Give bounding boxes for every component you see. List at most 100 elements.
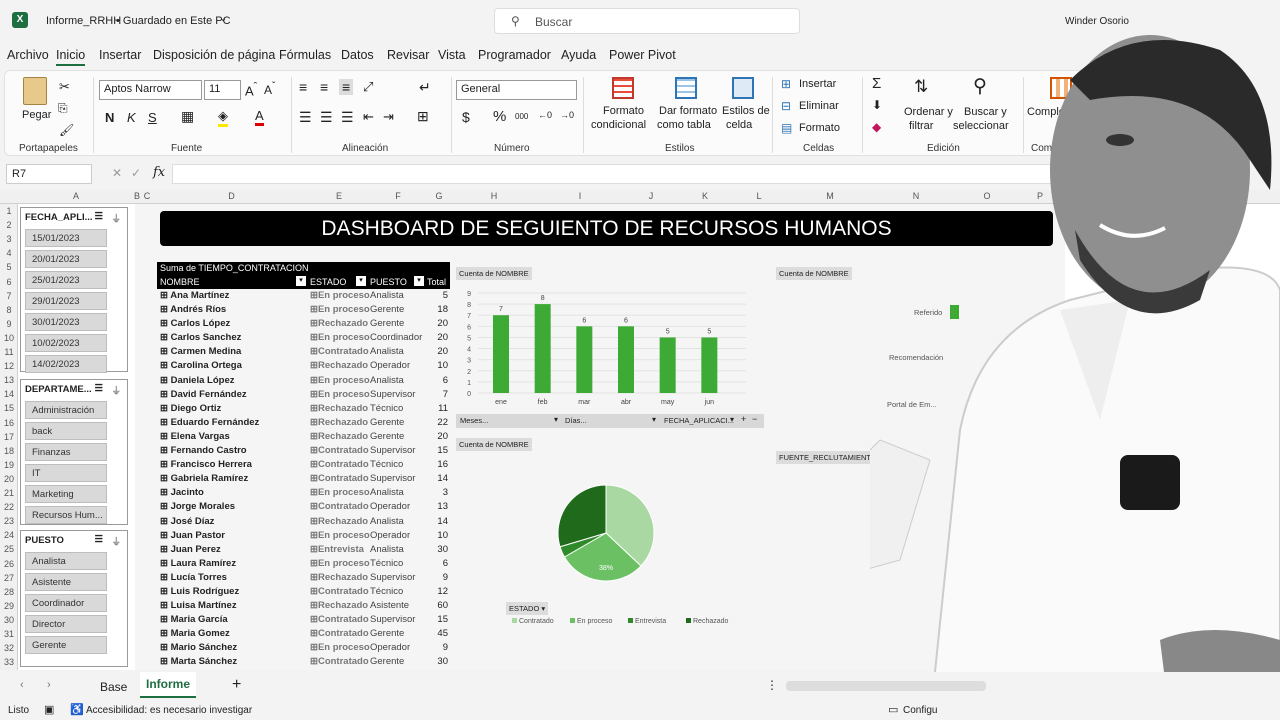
filter-meses[interactable]: Meses... <box>460 416 488 425</box>
row-header[interactable]: 29 <box>0 601 18 611</box>
tab-power-pivot[interactable]: Power Pivot <box>609 48 676 62</box>
row-header[interactable]: 3 <box>0 234 18 244</box>
tab-insertar[interactable]: Insertar <box>99 48 141 62</box>
col-a[interactable]: A <box>18 191 134 201</box>
clear-filter-icon[interactable]: ⏚ <box>111 534 121 548</box>
table-row[interactable]: ⊞ Juan Perez ⊞Entrevista Analista 30 <box>157 543 450 557</box>
conditional-format-label-2[interactable]: condicional <box>591 119 646 131</box>
slicer-item[interactable]: 14/02/2023 <box>25 355 107 373</box>
filter-fecha[interactable]: FECHA_APLICACI... <box>664 416 734 425</box>
delete-cells-icon[interactable]: ⊟ <box>781 99 791 113</box>
row-header[interactable]: 4 <box>0 248 18 258</box>
cell-styles-icon[interactable] <box>732 77 754 99</box>
slicer-item[interactable]: Finanzas <box>25 443 107 461</box>
format-cells-button[interactable]: Formato <box>799 122 840 134</box>
row-header[interactable]: 13 <box>0 375 18 385</box>
conditional-format-icon[interactable] <box>612 77 634 99</box>
format-painter-icon[interactable]: 🖌 <box>59 123 74 137</box>
row-header[interactable]: 20 <box>0 474 18 484</box>
filter-dropdown-icon[interactable]: ▾ <box>730 415 734 424</box>
slicer-item[interactable]: 20/01/2023 <box>25 250 107 268</box>
display-settings[interactable]: Configu <box>903 705 937 716</box>
slicer-item[interactable]: 30/01/2023 <box>25 313 107 331</box>
row-header[interactable]: 17 <box>0 432 18 442</box>
table-row[interactable]: ⊞ Carolina Ortega ⊞Rechazado Operador 10 <box>157 359 450 373</box>
tab-programador[interactable]: Programador <box>478 48 551 62</box>
slicer-item[interactable]: back <box>25 422 107 440</box>
add-sheet-icon[interactable]: + <box>232 676 241 694</box>
table-row[interactable]: ⊞ Laura Ramírez ⊞En proceso Técnico 6 <box>157 557 450 571</box>
slicer-item[interactable]: Recursos Hum... <box>25 506 107 524</box>
table-row[interactable]: ⊞ José Díaz ⊞Rechazado Analista 14 <box>157 515 450 529</box>
col-f[interactable]: F <box>369 191 427 201</box>
row-header[interactable]: 10 <box>0 333 18 343</box>
tab-vista[interactable]: Vista <box>438 48 466 62</box>
name-box[interactable]: R7 <box>6 164 92 184</box>
slicer-item[interactable]: Gerente <box>25 636 107 654</box>
table-row[interactable]: ⊞ Francisco Herrera ⊞Contratado Técnico 16 <box>157 458 450 472</box>
multi-select-icon[interactable]: ☰ <box>94 534 103 545</box>
row-header[interactable]: 30 <box>0 615 18 625</box>
align-center-icon[interactable]: ☰ <box>320 109 333 126</box>
align-left-icon[interactable]: ☰ <box>299 109 312 126</box>
table-row[interactable]: ⊞ Gabriela Ramírez ⊞Contratado Supervisor 1… <box>157 472 450 486</box>
slicer-item[interactable]: Analista <box>25 552 107 570</box>
col-d[interactable]: D <box>154 191 309 201</box>
row-header[interactable]: 22 <box>0 502 18 512</box>
filter-dropdown-icon[interactable]: ▾ <box>356 276 366 286</box>
table-row[interactable]: ⊞ Luis Rodríguez ⊞Contratado Técnico 12 <box>157 585 450 599</box>
increase-indent-icon[interactable]: ⇥ <box>383 109 394 125</box>
table-row[interactable]: ⊞ Maria Gomez ⊞Contratado Gerente 45 <box>157 627 450 641</box>
conditional-format-label-1[interactable]: Formato <box>603 105 644 117</box>
pie-filter[interactable]: ESTADO ▾ <box>506 602 549 615</box>
col-l[interactable]: L <box>731 191 787 201</box>
slicer-item[interactable]: Administración <box>25 401 107 419</box>
slicer-item[interactable]: 25/01/2023 <box>25 271 107 289</box>
percent-icon[interactable]: % <box>493 108 506 125</box>
row-header[interactable]: 21 <box>0 488 18 498</box>
col-m[interactable]: M <box>787 191 873 201</box>
chevron-down-icon[interactable]: ⌄ <box>219 13 227 24</box>
row-header[interactable]: 15 <box>0 403 18 413</box>
slicer-item[interactable]: 29/01/2023 <box>25 292 107 310</box>
row-header[interactable]: 12 <box>0 361 18 371</box>
row-header[interactable]: 25 <box>0 544 18 554</box>
multi-select-icon[interactable]: ☰ <box>94 383 103 394</box>
slicer-item[interactable]: Coordinador <box>25 594 107 612</box>
bar-chart[interactable]: Cuenta de NOMBRE 0 1 2 3 4 5 6 7 8 9 7 ene 8 feb 6 mar 6… <box>456 265 762 425</box>
slicer-fecha[interactable]: FECHA_APLI... ☰ ⏚ 15/01/2023 20/01/2023 25/0… <box>20 207 128 373</box>
col-e[interactable]: E <box>309 191 369 201</box>
orientation-icon[interactable]: ⤢ <box>363 79 373 95</box>
row-header[interactable]: 8 <box>0 305 18 315</box>
table-row[interactable]: ⊞ Carlos López ⊞Rechazado Gerente 20 <box>157 317 450 331</box>
thousands-icon[interactable]: 000 <box>515 112 528 121</box>
fill-color-icon[interactable]: ◈ <box>218 108 228 127</box>
next-sheet-icon[interactable]: › <box>47 679 51 691</box>
more-options-icon[interactable]: ⋮ <box>766 678 778 692</box>
macro-record-icon[interactable]: ▣ <box>44 703 54 716</box>
delete-cells-button[interactable]: Eliminar <box>799 100 839 112</box>
sheet-tab-base[interactable]: Base <box>100 680 127 694</box>
row-header[interactable]: 32 <box>0 643 18 653</box>
row-header[interactable]: 24 <box>0 530 18 540</box>
insert-cells-button[interactable]: Insertar <box>799 78 836 90</box>
tab-formulas[interactable]: Fórmulas <box>279 48 331 62</box>
tab-disposicion[interactable]: Disposición de página <box>153 48 275 62</box>
align-top-icon[interactable]: ≡ <box>299 79 307 95</box>
tab-ayuda[interactable]: Ayuda <box>561 48 596 62</box>
slicer-departamento[interactable]: DEPARTAME... ☰ ⏚ Administración back Finanza… <box>20 379 128 525</box>
pie-chart[interactable]: Cuenta de NOMBRE 38% ESTADO ▾ Contratado… <box>456 438 756 638</box>
align-right-icon[interactable]: ☰ <box>341 109 354 126</box>
clear-filter-icon[interactable]: ⏚ <box>111 383 121 397</box>
accessibility-status[interactable]: Accesibilidad: es necesario investigar <box>86 705 252 716</box>
row-header[interactable]: 14 <box>0 389 18 399</box>
table-format-icon[interactable] <box>675 77 697 99</box>
table-row[interactable]: ⊞ Marta Sánchez ⊞Contratado Gerente 30 <box>157 655 450 669</box>
align-middle-icon[interactable]: ≡ <box>320 79 328 95</box>
grow-font-icon[interactable]: Aˆ <box>245 81 257 98</box>
row-header[interactable]: 16 <box>0 418 18 428</box>
table-format-label-2[interactable]: como tabla <box>657 119 711 131</box>
table-row[interactable]: ⊞ Elena Vargas ⊞Rechazado Gerente 20 <box>157 430 450 444</box>
cell-styles-label-1[interactable]: Estilos de <box>722 105 770 117</box>
chart-field-tag[interactable]: Cuenta de NOMBRE <box>776 267 852 280</box>
